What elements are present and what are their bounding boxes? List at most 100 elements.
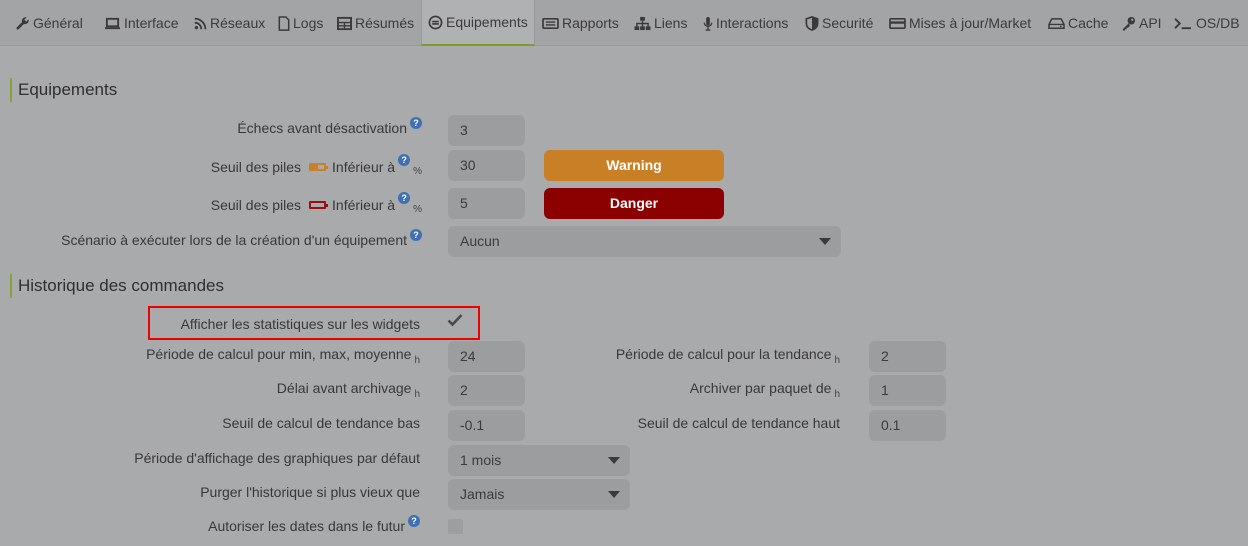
purger-select[interactable]: Jamais xyxy=(448,479,630,510)
tab-label: Réseaux xyxy=(210,15,266,31)
danger-input[interactable]: 5 xyxy=(448,188,525,219)
hour-unit: h xyxy=(834,389,840,400)
futur-checkbox[interactable] xyxy=(448,519,463,534)
tab-os-db[interactable]: OS/DB xyxy=(1174,0,1240,46)
wrench-icon xyxy=(15,16,30,31)
periode-minmax-label: Période de calcul pour min, max, moyenne… xyxy=(146,346,420,366)
futur-label: Autoriser les dates dans le futur? xyxy=(208,515,420,534)
delai-input[interactable]: 2 xyxy=(448,375,525,406)
paquet-label: Archiver par paquet de h xyxy=(689,380,840,400)
rss-icon xyxy=(194,16,207,31)
periode-graph-label: Période d'affichage des graphiques par d… xyxy=(134,450,420,466)
tab-label: Equipements xyxy=(446,14,528,30)
paquet-input[interactable]: 1 xyxy=(869,375,946,406)
chevron-down-icon xyxy=(819,238,831,245)
periode-graph-value: 1 mois xyxy=(460,452,502,468)
periode-tendance-input[interactable]: 2 xyxy=(869,341,946,372)
piles-label-text: Seuil des piles xyxy=(210,197,302,213)
seuil-haut-label: Seuil de calcul de tendance haut xyxy=(637,415,840,431)
key-icon xyxy=(1121,16,1136,31)
periode-graph-select[interactable]: 1 mois xyxy=(448,445,630,476)
paquet-text: Archiver par paquet de xyxy=(689,380,832,396)
scenario-select[interactable]: Aucun xyxy=(448,226,841,257)
help-icon[interactable]: ? xyxy=(408,515,420,527)
table-icon xyxy=(337,16,352,31)
tab-label: Général xyxy=(33,15,83,31)
futur-text: Autoriser les dates dans le futur xyxy=(208,518,405,534)
equipment-icon xyxy=(428,15,443,30)
warning-input[interactable]: 30 xyxy=(448,150,525,181)
tab-resumes[interactable]: Résumés xyxy=(337,0,414,46)
seuil-piles-danger-label: Seuil des piles Inférieur à ? % xyxy=(210,192,422,215)
periode-minmax-input[interactable]: 24 xyxy=(448,341,525,372)
hour-unit: h xyxy=(414,355,420,366)
tab-reseaux[interactable]: Réseaux xyxy=(194,0,265,46)
help-icon[interactable]: ? xyxy=(398,192,411,204)
laptop-icon xyxy=(104,16,121,31)
tab-equipements[interactable]: Equipements xyxy=(421,0,535,46)
tab-general[interactable]: Général xyxy=(15,0,83,46)
help-icon[interactable]: ? xyxy=(410,229,422,241)
tab-label: Liens xyxy=(654,15,688,31)
echecs-input[interactable]: 3 xyxy=(448,115,525,146)
tab-label: Mises à jour/Market xyxy=(909,15,1032,31)
piles-label-text: Seuil des piles xyxy=(210,159,302,175)
section-title-equipements: Equipements xyxy=(10,78,117,102)
purger-label: Purger l'historique si plus vieux que xyxy=(200,484,420,500)
echecs-label: Échecs avant désactivation? xyxy=(237,117,422,136)
tab-label: Interactions xyxy=(716,15,789,31)
newspaper-icon xyxy=(542,16,559,31)
chevron-down-icon xyxy=(608,491,620,498)
terminal-icon xyxy=(1174,16,1193,31)
stats-checkbox[interactable] xyxy=(447,313,463,331)
checkmark-icon xyxy=(447,314,463,327)
delai-label: Délai avant archivage h xyxy=(276,380,420,400)
tab-label: Logs xyxy=(293,15,324,31)
tab-interface[interactable]: Interface xyxy=(104,0,178,46)
inferieur-label-text: Inférieur à xyxy=(332,159,396,175)
tab-logs[interactable]: Logs xyxy=(278,0,323,46)
seuil-haut-input[interactable]: 0.1 xyxy=(869,410,946,441)
periode-tendance-label: Période de calcul pour la tendance h xyxy=(615,346,840,366)
tab-label: Interface xyxy=(124,15,179,31)
battery-warning-icon xyxy=(309,163,329,171)
tab-rapports[interactable]: Rapports xyxy=(542,0,619,46)
tab-cache[interactable]: Cache xyxy=(1048,0,1108,46)
tab-label: Cache xyxy=(1068,15,1109,31)
tab-liens[interactable]: Liens xyxy=(634,0,687,46)
tab-label: Rapports xyxy=(562,15,619,31)
tab-label: Résumés xyxy=(355,15,415,31)
tab-mises-a-jour[interactable]: Mises à jour/Market xyxy=(889,0,1031,46)
seuil-piles-warning-label: Seuil des piles Inférieur à ? % xyxy=(210,154,422,177)
stats-label: Afficher les statistiques sur les widget… xyxy=(180,316,420,332)
tab-api[interactable]: API xyxy=(1121,0,1162,46)
battery-danger-icon xyxy=(309,201,329,209)
tab-interactions[interactable]: Interactions xyxy=(703,0,788,46)
seuil-bas-label: Seuil de calcul de tendance bas xyxy=(222,415,420,431)
periode-minmax-text: Période de calcul pour min, max, moyenne xyxy=(146,346,412,362)
warning-badge: Warning xyxy=(544,150,724,181)
seuil-bas-input[interactable]: -0.1 xyxy=(448,410,525,441)
scenario-label-text: Scénario à exécuter lors de la création … xyxy=(61,232,407,248)
scenario-select-value: Aucun xyxy=(460,233,500,249)
help-icon[interactable]: ? xyxy=(398,154,411,166)
help-icon[interactable]: ? xyxy=(410,117,422,129)
tab-label: OS/DB xyxy=(1196,15,1240,31)
danger-badge: Danger xyxy=(544,188,724,219)
file-icon xyxy=(278,15,290,31)
microphone-icon xyxy=(703,16,713,31)
delai-text: Délai avant archivage xyxy=(276,380,412,396)
echecs-label-text: Échecs avant désactivation xyxy=(237,120,407,136)
hour-unit: h xyxy=(834,355,840,366)
scenario-label: Scénario à exécuter lors de la création … xyxy=(61,229,422,248)
purger-value: Jamais xyxy=(460,486,505,502)
hdd-icon xyxy=(1048,16,1065,31)
tab-securite[interactable]: Securité xyxy=(805,0,873,46)
periode-tendance-text: Période de calcul pour la tendance xyxy=(615,346,832,362)
percent-unit: % xyxy=(413,165,422,177)
shield-icon xyxy=(805,15,819,31)
percent-unit: % xyxy=(413,203,422,215)
sitemap-icon xyxy=(634,16,651,31)
tab-label: API xyxy=(1139,15,1162,31)
credit-card-icon xyxy=(889,16,906,31)
